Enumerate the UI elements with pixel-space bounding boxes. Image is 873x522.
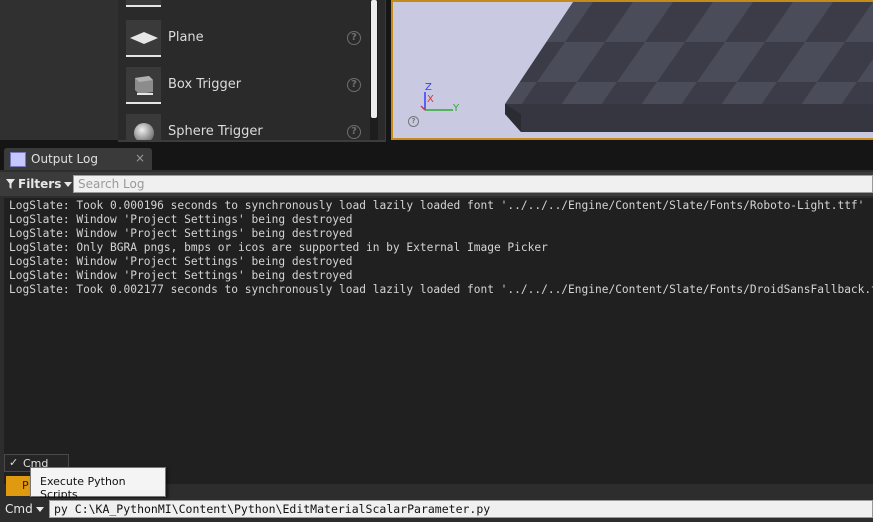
place-item-label: Box Trigger	[168, 77, 242, 92]
place-panel-scrollbar-thumb[interactable]	[371, 0, 377, 118]
command-bar: Cmd py C:\KA_PythonMI\Content\Python\Edi…	[0, 498, 873, 522]
box-trigger-thumbnail-icon	[126, 67, 161, 104]
cmd-menu-item-python[interactable]: P	[6, 476, 30, 496]
tab-output-log[interactable]: Output Log ×	[4, 148, 152, 170]
viewport-scene	[505, 2, 873, 132]
tab-row: Output Log ×	[0, 146, 873, 170]
check-icon: ✓	[9, 456, 19, 469]
axis-y-label: Y	[453, 103, 460, 114]
log-line: LogSlate: Window 'Project Settings' bein…	[9, 269, 353, 282]
place-item-sphere-trigger[interactable]: Sphere Trigger ?	[118, 107, 373, 140]
place-item-label: Sphere Trigger	[168, 124, 263, 139]
level-viewport[interactable]: Z X Y ?	[391, 0, 873, 140]
log-text-area[interactable]: LogSlate: Took 0.000196 seconds to synch…	[4, 198, 873, 484]
filters-label: Filters	[18, 177, 62, 191]
log-line: LogSlate: Took 0.002177 seconds to synch…	[9, 283, 873, 296]
tooltip: Execute Python Scripts	[30, 467, 166, 501]
output-log-toolbar: Filters Search Log	[0, 172, 873, 196]
output-log-icon	[10, 152, 26, 167]
command-input[interactable]: py C:\KA_PythonMI\Content\Python\EditMat…	[49, 500, 873, 518]
search-log-input[interactable]: Search Log	[73, 175, 873, 193]
place-actors-panel: Plane ? Box Trigger ? Sphere Trigger ?	[118, 0, 386, 142]
place-item-box-trigger[interactable]: Box Trigger ?	[118, 60, 373, 107]
help-icon[interactable]: ?	[347, 125, 361, 139]
axis-x-label: X	[427, 94, 434, 105]
help-icon[interactable]: ?	[347, 31, 361, 45]
left-panel-strip	[0, 0, 119, 140]
axis-gizmo: Z X Y	[413, 82, 463, 122]
chevron-down-icon	[64, 181, 73, 187]
axis-z-label: Z	[425, 82, 432, 93]
close-icon[interactable]: ×	[135, 151, 145, 165]
log-line: LogSlate: Window 'Project Settings' bein…	[9, 255, 353, 268]
python-item-label: P	[22, 479, 29, 492]
filters-button[interactable]: Filters	[6, 176, 73, 192]
sphere-thumbnail-icon	[126, 0, 161, 7]
place-item-sphere[interactable]	[118, 0, 373, 9]
log-line: LogSlate: Took 0.000196 seconds to synch…	[9, 199, 865, 212]
cmd-type-label: Cmd	[5, 502, 33, 516]
log-line: LogSlate: Window 'Project Settings' bein…	[9, 213, 353, 226]
log-line: LogSlate: Window 'Project Settings' bein…	[9, 227, 353, 240]
output-log-panel: Filters Search Log LogSlate: Took 0.0001…	[0, 170, 873, 522]
plane-thumbnail-icon	[126, 20, 161, 57]
chevron-down-icon	[35, 506, 44, 512]
place-item-plane[interactable]: Plane ?	[118, 13, 373, 60]
viewport-help-icon[interactable]: ?	[408, 116, 419, 127]
place-item-label: Plane	[168, 30, 204, 45]
sphere-trigger-thumbnail-icon	[126, 114, 161, 140]
cmd-type-dropdown[interactable]: Cmd	[5, 500, 44, 518]
log-lines: LogSlate: Took 0.000196 seconds to synch…	[4, 198, 873, 297]
filter-icon	[6, 179, 15, 189]
tab-label: Output Log	[31, 152, 98, 166]
help-icon[interactable]: ?	[347, 78, 361, 92]
log-line: LogSlate: Only BGRA pngs, bmps or icos a…	[9, 241, 548, 254]
